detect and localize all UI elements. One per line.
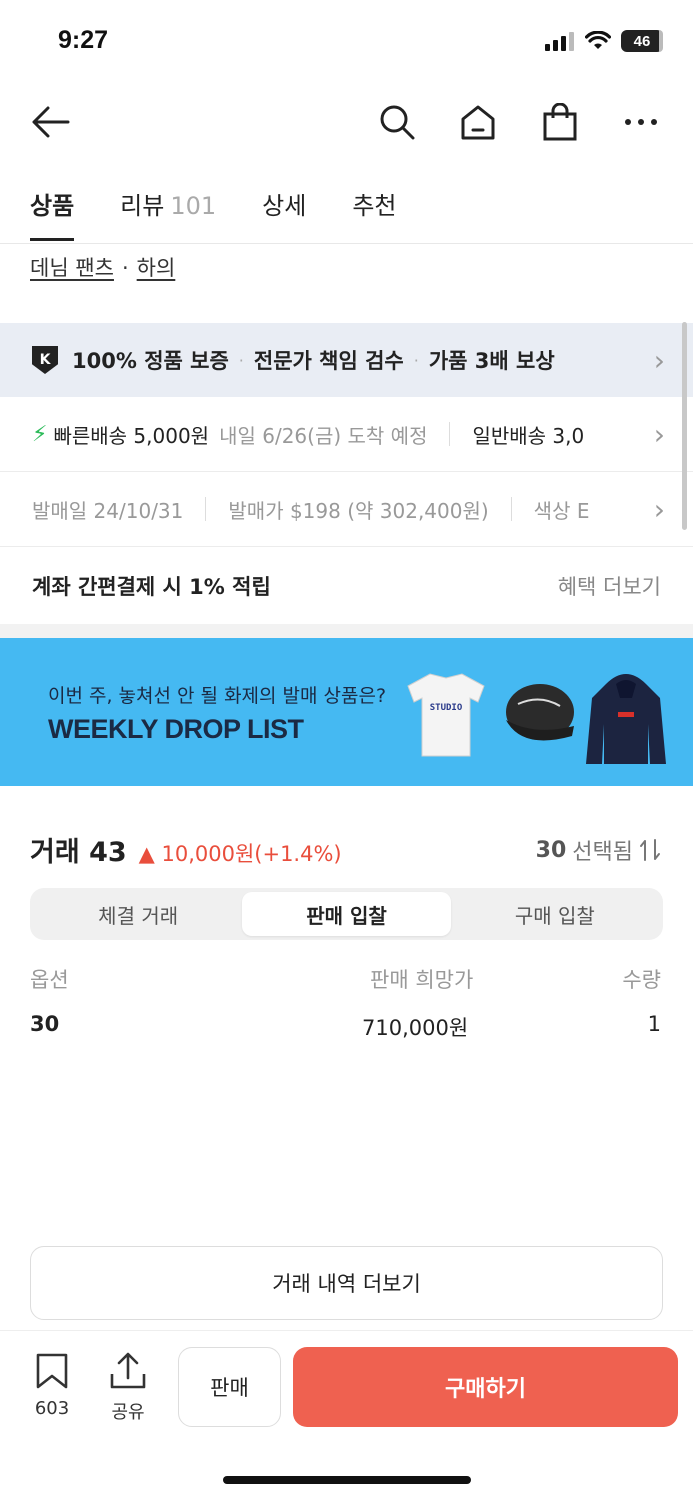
divider [449,422,451,446]
release-price: 발매가 $198 (약 302,400원) [228,498,489,523]
bookmark-button[interactable]: 603 [34,1352,70,1419]
review-count: 101 [170,192,217,220]
row-option: 30 [30,1012,60,1036]
divider [510,497,512,521]
bookmark-icon [36,1353,68,1389]
tab-recommend[interactable]: 추천 [352,186,396,241]
column-ask-price: 판매 희망가 [370,968,474,992]
guarantee-authentic: 100% 정품 보증 [72,349,229,373]
guarantee-inspection: 전문가 책임 검수 [253,349,404,373]
size-selector[interactable]: 30 선택됨 [536,834,661,866]
breadcrumb-bottoms[interactable]: 하의 [137,256,176,280]
normal-shipping-label: 일반배송 3,0 [472,423,585,448]
column-option: 옵션 [30,968,69,992]
status-icons: 46 [545,30,663,52]
home-indicator [223,1476,471,1484]
benefit-more-link[interactable]: 혜택 더보기 [558,571,661,601]
share-icon [110,1352,146,1389]
scrollbar[interactable] [682,322,687,530]
breadcrumb-separator: · [121,256,129,280]
bookmark-count: 603 [34,1398,70,1419]
trade-header: 거래 43 ▲ 10,000원(+1.4%) [30,830,342,869]
buy-button[interactable]: 구매하기 [293,1347,678,1427]
trade-count-title: 거래 43 [30,837,127,868]
breadcrumb-denim-pants[interactable]: 데님 팬츠 [30,256,114,280]
sort-arrows-icon [640,839,660,861]
wifi-icon [585,31,611,49]
share-button[interactable]: 공유 [108,1352,148,1424]
row-price: 710,000원 [362,1016,469,1040]
tab-product[interactable]: 상품 [30,186,75,241]
breadcrumb: 데님 팬츠 · 하의 [30,252,175,282]
share-label: 공유 [111,1402,145,1423]
chevron-right-icon: › [647,417,665,451]
product-color: 색상 E [533,498,590,523]
battery-level: 46 [633,32,651,50]
selected-label: 선택됨 [572,840,633,865]
banner-title: WEEKLY DROP LIST [48,714,304,744]
release-date: 발매일 24/10/31 [32,498,184,523]
signal-icon [545,32,574,51]
banner-products-image: STUDIO [407,673,666,764]
selected-size: 30 [535,837,567,863]
tab-divider [0,243,693,244]
back-icon[interactable] [28,100,72,144]
lightning-icon: ⚡ [32,421,48,447]
guarantee-compensation: 가품 3배 보상 [428,349,555,373]
kream-badge-icon: K [32,346,58,374]
shopping-bag-icon[interactable] [538,100,582,144]
segment-completed-trades[interactable]: 체결 거래 [34,892,242,936]
trade-segment-control: 체결 거래 판매 입찰 구매 입찰 [30,888,663,940]
bottom-divider [0,1330,693,1331]
section-gap [0,624,693,638]
banner-subtitle: 이번 주, 놓쳐선 안 될 화제의 발매 상품은? [48,685,387,707]
product-tabs: 상품 리뷰 101 상세 추천 [30,186,443,241]
home-icon[interactable] [456,100,500,144]
sell-button[interactable]: 판매 [178,1347,281,1427]
price-change: ▲ 10,000원(+1.4%) [138,842,342,866]
guarantee-banner[interactable]: K 100% 정품 보증 · 전문가 책임 검수 · 가품 3배 보상 › [0,323,693,397]
fast-shipping-eta: 내일 6/26(금) 도착 예정 [219,423,428,448]
chevron-right-icon: › [653,343,665,377]
battery-icon: 46 [621,30,663,52]
tab-review[interactable]: 리뷰 101 [120,186,216,241]
benefit-title: 계좌 간편결제 시 1% 적립 [32,575,271,599]
tab-detail[interactable]: 상세 [262,186,306,241]
column-quantity: 수량 [622,968,661,992]
benefit-row: 계좌 간편결제 시 1% 적립 혜택 더보기 [0,548,693,624]
divider [205,497,207,521]
trade-history-more-button[interactable]: 거래 내역 더보기 [30,1246,663,1320]
more-icon[interactable] [619,100,663,144]
segment-buy-bids[interactable]: 구매 입찰 [451,892,659,936]
shipping-row[interactable]: ⚡ 빠른배송 5,000원 내일 6/26(금) 도착 예정 일반배송 3,0 … [0,397,693,472]
tshirt-print: STUDIO [430,703,463,713]
row-qty: 1 [647,1012,661,1036]
segment-sell-bids[interactable]: 판매 입찰 [242,892,451,936]
fast-shipping-label: 빠른배송 5,000원 [53,423,210,448]
search-icon[interactable] [375,100,419,144]
status-time: 9:27 [58,26,109,54]
product-info-row[interactable]: 발매일 24/10/31 발매가 $198 (약 302,400원) 색상 E … [0,472,693,547]
chevron-right-icon: › [647,492,665,526]
